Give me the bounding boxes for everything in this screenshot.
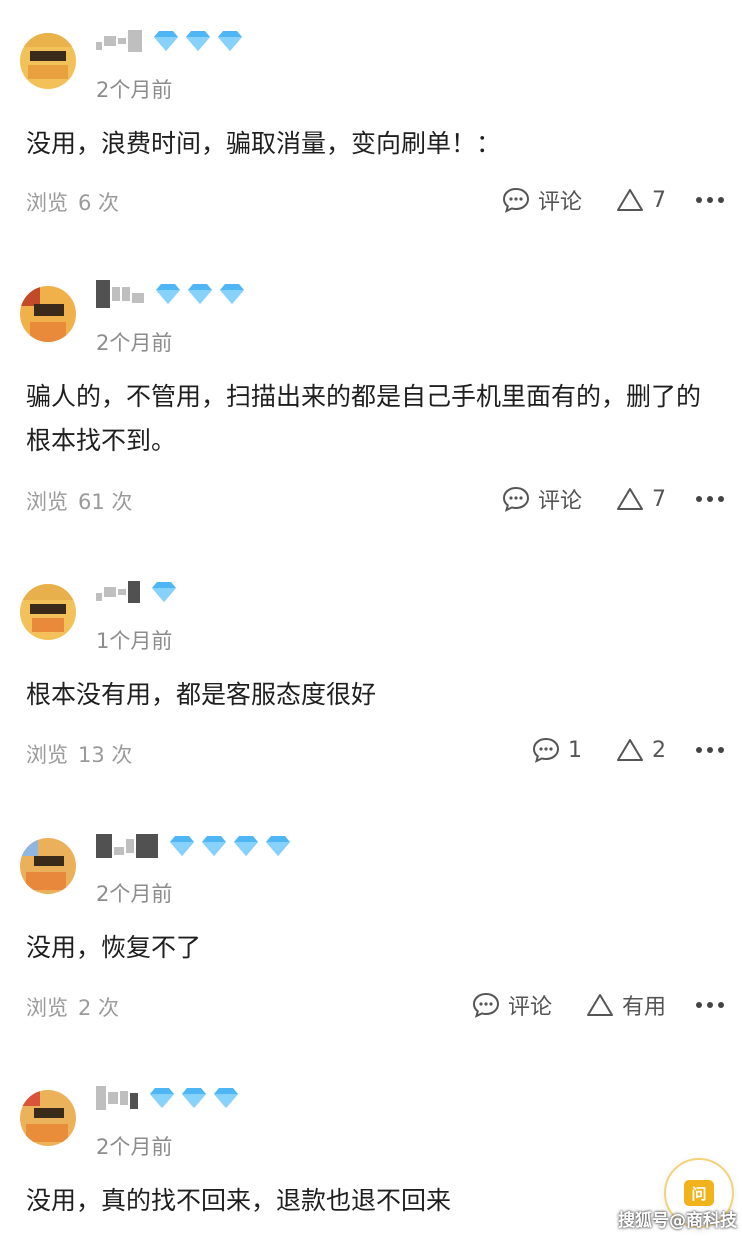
avatar[interactable] <box>20 584 76 640</box>
reply-label: 评论 <box>537 190 582 215</box>
view-count: 浏览 2 次 <box>26 992 119 1022</box>
comment-icon <box>532 737 560 763</box>
comment-actions: 评论 有用 <box>438 989 724 1021</box>
view-count: 浏览 6 次 <box>26 187 119 217</box>
views-value: 61 次 <box>78 490 133 514</box>
view-count: 浏览 61 次 <box>26 486 132 516</box>
diamond-icon <box>218 31 242 51</box>
diamond-icon <box>186 31 210 51</box>
avatar[interactable] <box>20 1090 76 1146</box>
username-masked[interactable] <box>96 831 294 861</box>
comment-icon <box>502 486 529 512</box>
question-icon: 问 <box>684 1180 714 1206</box>
like-count: 7 <box>652 486 666 512</box>
comment-actions: 评论 7 <box>468 483 724 515</box>
reply-count: 1 <box>568 737 582 763</box>
diamond-icon <box>188 284 212 304</box>
avatar[interactable] <box>20 838 76 894</box>
comment-time: 2个月前 <box>96 78 173 102</box>
diamond-icon <box>182 1088 206 1108</box>
username-masked[interactable] <box>96 26 246 56</box>
comment-text: 骗人的，不管用，扫描出来的都是自己手机里面有的，删了的根本找不到。 <box>26 382 702 455</box>
views-value: 2 次 <box>78 996 120 1020</box>
more-options-icon[interactable] <box>696 747 724 753</box>
like-count: 7 <box>652 187 666 213</box>
gem-badges <box>166 833 294 859</box>
triangle-upvote-icon <box>586 994 613 1016</box>
gem-badges <box>150 28 246 54</box>
comment-text: 没用，真的找不回来，退款也退不回来 <box>26 1186 452 1215</box>
like-button[interactable]: 2 <box>616 737 666 763</box>
comment-actions: 评论 7 <box>468 184 724 216</box>
reply-label: 评论 <box>537 489 582 514</box>
reply-button[interactable]: 评论 <box>472 989 552 1021</box>
comment-time: 2个月前 <box>96 1135 173 1159</box>
username-masked[interactable] <box>96 279 248 309</box>
comment-icon <box>502 187 529 213</box>
gem-badges <box>152 281 248 307</box>
triangle-upvote-icon <box>617 189 643 211</box>
diamond-icon <box>266 836 290 856</box>
comment-text: 没用，恢复不了 <box>26 933 202 962</box>
avatar[interactable] <box>20 286 76 342</box>
triangle-upvote-icon <box>617 488 643 510</box>
diamond-icon <box>152 582 176 602</box>
comment-time: 2个月前 <box>96 331 173 355</box>
like-button[interactable]: 7 <box>616 486 666 512</box>
watermark: 搜狐号@商科技 <box>618 1211 737 1231</box>
like-label: 有用 <box>621 995 666 1020</box>
diamond-icon <box>220 284 244 304</box>
diamond-icon <box>156 284 180 304</box>
like-button[interactable]: 7 <box>616 187 666 213</box>
comment-text: 根本没有用，都是客服态度很好 <box>26 680 377 709</box>
username-masked[interactable] <box>96 577 180 607</box>
more-options-icon[interactable] <box>696 197 724 203</box>
triangle-upvote-icon <box>617 739 643 761</box>
diamond-icon <box>150 1088 174 1108</box>
more-options-icon[interactable] <box>696 1002 724 1008</box>
views-value: 6 次 <box>78 191 120 215</box>
like-count: 2 <box>652 737 666 763</box>
avatar[interactable] <box>20 33 76 89</box>
diamond-icon <box>170 836 194 856</box>
gem-badges <box>146 1085 242 1111</box>
more-options-icon[interactable] <box>696 496 724 502</box>
diamond-icon <box>214 1088 238 1108</box>
gem-badges <box>148 579 180 605</box>
comment-actions: 1 2 <box>498 736 724 764</box>
comment-text: 没用，浪费时间，骗取消量，变向刷单！： <box>26 129 502 158</box>
reply-button[interactable]: 1 <box>532 736 582 764</box>
comment-icon <box>472 992 499 1018</box>
diamond-icon <box>154 31 178 51</box>
reply-button[interactable]: 评论 <box>502 184 582 216</box>
view-count: 浏览 13 次 <box>26 739 132 769</box>
comment-time: 2个月前 <box>96 882 173 906</box>
username-masked[interactable] <box>96 1083 242 1113</box>
diamond-icon <box>202 836 226 856</box>
reply-label: 评论 <box>507 995 552 1020</box>
views-label: 浏览 <box>26 191 68 215</box>
diamond-icon <box>234 836 258 856</box>
views-label: 浏览 <box>26 490 68 514</box>
like-button[interactable]: 有用 <box>586 989 666 1021</box>
views-label: 浏览 <box>26 743 68 767</box>
views-label: 浏览 <box>26 996 68 1020</box>
reply-button[interactable]: 评论 <box>502 483 582 515</box>
views-value: 13 次 <box>78 743 133 767</box>
comment-time: 1个月前 <box>96 629 173 653</box>
